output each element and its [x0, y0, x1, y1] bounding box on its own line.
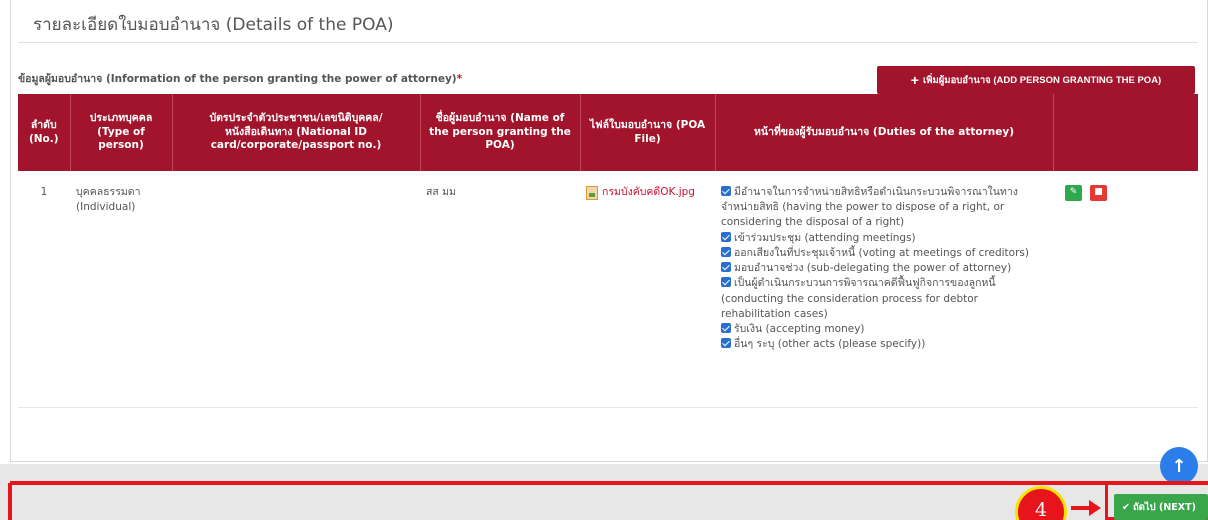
next-button-label: ถัดไป (NEXT) — [1132, 501, 1196, 513]
annotation-arrow-icon — [1089, 500, 1101, 516]
duty-item: มอบอำนาจช่วง (sub-delegating the power o… — [721, 261, 1047, 276]
checkbox-checked-icon[interactable] — [721, 186, 731, 196]
annotation-highlight-edge — [8, 483, 12, 520]
cell-actions: ✎ ■ — [1053, 171, 1198, 408]
annotation-highlight-line — [10, 481, 1208, 485]
cell-duties: มีอำนาจในการจำหน่ายสิทธิหรือดำเนินกระบวน… — [715, 171, 1053, 408]
plus-icon: + — [910, 72, 919, 88]
next-button[interactable]: ✔ ถัดไป (NEXT) — [1114, 494, 1208, 520]
trash-icon: ■ — [1094, 187, 1103, 198]
type-thai: บุคคลธรรมดา — [76, 186, 141, 198]
checkbox-checked-icon[interactable] — [721, 322, 731, 333]
pencil-icon: ✎ — [1069, 187, 1078, 198]
duty-text: ออกเสียงในที่ประชุมเจ้าหนี้ (voting at m… — [734, 246, 1029, 259]
image-file-icon — [586, 185, 598, 200]
page-title: รายละเอียดใบมอบอำนาจ (Details of the POA… — [33, 15, 394, 35]
type-english: (Individual) — [76, 201, 136, 214]
add-person-granting-poa-button[interactable]: + เพิ่มผู้มอบอำนาจ (ADD PERSON GRANTING … — [877, 66, 1195, 94]
duty-text: เป็นผู้ดำเนินกระบวนการพิจารณาคดีฟื้นฟูกิ… — [721, 277, 996, 320]
duty-text: มีอำนาจในการจำหน่ายสิทธิหรือดำเนินกระบวน… — [721, 186, 1018, 229]
poa-table: ลำดับ (No.) ประเภทบุคคล (Type of person)… — [18, 94, 1198, 408]
checkbox-checked-icon[interactable] — [721, 262, 731, 273]
header-actions — [1053, 94, 1198, 171]
cell-id-number — [172, 171, 420, 408]
duty-text: อื่นๆ ระบุ (other acts (please specify)) — [734, 338, 926, 351]
header-id-number: บัตรประจำตัวประชาชน/เลขนิติบุคคล/หนังสือ… — [172, 94, 421, 171]
header-poa-file: ไฟล์ใบมอบอำนาจ (POA File) — [580, 94, 716, 171]
cell-no: 1 — [18, 171, 70, 408]
arrow-up-icon: ↑ — [1171, 455, 1187, 477]
scroll-to-top-button[interactable]: ↑ — [1160, 447, 1198, 485]
poa-file-name: กรมบังคับคดีOK.jpg — [602, 186, 695, 198]
duty-item: มีอำนาจในการจำหน่ายสิทธิหรือดำเนินกระบวน… — [721, 185, 1047, 231]
checkbox-checked-icon[interactable] — [721, 338, 731, 349]
section-label: ข้อมูลผู้มอบอำนาจ (Information of the pe… — [18, 70, 462, 87]
row-actions: ✎ ■ — [1059, 185, 1192, 201]
duty-text: มอบอำนาจช่วง (sub-delegating the power o… — [734, 262, 1012, 275]
title-divider — [18, 42, 1198, 43]
poa-file-link[interactable]: กรมบังคับคดีOK.jpg — [586, 185, 695, 200]
duty-text: รับเงิน (accepting money) — [734, 322, 865, 335]
step-number: 4 — [1034, 499, 1048, 520]
duty-item: เข้าร่วมประชุม (attending meetings) — [721, 231, 1047, 246]
cell-poa-file: กรมบังคับคดีOK.jpg — [580, 171, 715, 408]
header-duties: หน้าที่ของผู้รับมอบอำนาจ (Duties of the … — [715, 94, 1054, 171]
section-label-text: ข้อมูลผู้มอบอำนาจ (Information of the pe… — [18, 73, 457, 85]
delete-button[interactable]: ■ — [1090, 185, 1107, 201]
duty-item: อื่นๆ ระบุ (other acts (please specify)) — [721, 337, 1047, 352]
table-header-row: ลำดับ (No.) ประเภทบุคคล (Type of person)… — [18, 94, 1198, 171]
edit-button[interactable]: ✎ — [1065, 185, 1082, 201]
cell-type: บุคคลธรรมดา (Individual) — [70, 171, 172, 408]
table-row: 1 บุคคลธรรมดา (Individual) สส มม กรมบังค… — [18, 171, 1198, 408]
header-no: ลำดับ (No.) — [18, 94, 71, 171]
checkbox-checked-icon[interactable] — [721, 277, 731, 288]
header-type-of-person: ประเภทบุคคล (Type of person) — [70, 94, 173, 171]
duty-item: เป็นผู้ดำเนินกระบวนการพิจารณาคดีฟื้นฟูกิ… — [721, 276, 1047, 322]
required-mark: * — [456, 73, 463, 85]
duty-text: เข้าร่วมประชุม (attending meetings) — [734, 231, 916, 244]
checkbox-checked-icon[interactable] — [721, 246, 731, 257]
header-grantor-name: ชื่อผู้มอบอำนาจ (Name of the person gran… — [420, 94, 581, 171]
duty-item: ออกเสียงในที่ประชุมเจ้าหนี้ (voting at m… — [721, 246, 1047, 261]
checkbox-checked-icon[interactable] — [721, 231, 731, 242]
check-icon: ✔ — [1122, 501, 1130, 513]
add-button-label: เพิ่มผู้มอบอำนาจ (ADD PERSON GRANTING TH… — [922, 74, 1162, 86]
cell-grantor-name: สส มม — [420, 171, 580, 408]
duty-item: รับเงิน (accepting money) — [721, 322, 1047, 337]
